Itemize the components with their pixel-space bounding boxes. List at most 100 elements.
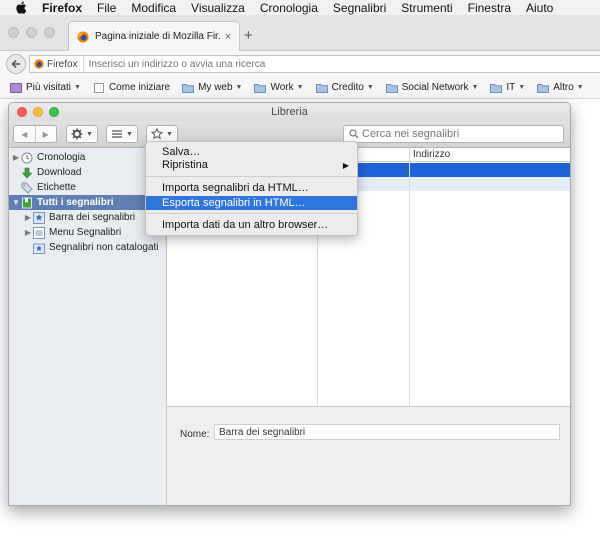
minimize-window-button[interactable] [26,27,37,38]
column-header-address[interactable]: Indirizzo [413,149,450,160]
chevron-down-icon: ▼ [86,130,93,138]
menu-item-label: Esporta segnalibri in HTML… [162,197,306,209]
menu-cronologia[interactable]: Cronologia [260,1,318,15]
menu-item-ripristina[interactable]: Ripristina ▶ [146,158,357,172]
back-forward-buttons: ◀ ▶ [13,125,57,143]
menu-aiuto[interactable]: Aiuto [526,1,553,15]
chevron-down-icon: ▼ [518,84,526,91]
bookmark-label: Come iniziare [108,82,171,93]
bookmark-folder-social-network[interactable]: Social Network ▼ [385,82,479,93]
bookmark-folder-work[interactable]: Work ▼ [254,82,304,93]
list-icon [112,130,123,138]
sidebar-item-segnalibri-non-catalogati[interactable]: Segnalibri non catalogati [9,240,167,255]
submenu-arrow-icon: ▶ [342,160,349,170]
bookmark-folder-icon [22,197,32,208]
gear-icon [71,128,83,140]
tab-title: Pagina iniziale di Mozilla Fir... [95,31,221,42]
folder-icon [490,83,503,93]
library-title: Libreria [271,106,308,118]
library-window-controls [17,107,59,117]
menu-modifica[interactable]: Modifica [131,1,176,15]
menu-separator [146,213,357,214]
menu-visualizza[interactable]: Visualizza [191,1,245,15]
back-arrow-icon [11,59,20,69]
bookmark-come-iniziare[interactable]: Come iniziare [93,82,170,93]
history-clock-icon [21,152,33,163]
sidebar-item-label: Cronologia [37,152,86,163]
bookmarks-toolbar: Più visitati ▼ Come iniziare My web ▼ Wo… [0,77,600,99]
back-arrow-icon[interactable]: ◀ [14,130,35,139]
sidebar-item-cronologia[interactable]: ▶ Cronologia [9,150,167,165]
close-window-button[interactable] [8,27,19,38]
sidebar-item-label: Tutti i segnalibri [37,197,114,208]
menu-file[interactable]: File [97,1,116,15]
sidebar-item-tutti-i-segnalibri[interactable]: ▼ Tutti i segnalibri [9,195,167,210]
bookmark-folder-altro[interactable]: Altro ▼ [537,82,584,93]
new-tab-button[interactable]: + [244,28,253,43]
chevron-down-icon: ▼ [576,84,584,91]
collapse-twisty-icon[interactable]: ▼ [11,198,21,207]
sidebar-item-label: Menu Segnalibri [49,227,122,238]
tag-icon [21,182,33,194]
menu-segnalibri[interactable]: Segnalibri [333,1,386,15]
menu-item-salva[interactable]: Salva… [146,145,357,159]
firefox-logo-icon [77,31,89,42]
bookmark-piu-visitati[interactable]: Più visitati ▼ [10,82,81,93]
navigation-toolbar: Firefox [0,51,600,77]
menu-strumenti[interactable]: Strumenti [401,1,452,15]
chevron-down-icon: ▼ [296,84,304,91]
browser-tab-home[interactable]: Pagina iniziale di Mozilla Fir... × [68,21,240,51]
chevron-down-icon: ▼ [74,84,81,91]
browser-tabstrip: Pagina iniziale di Mozilla Fir... × + [0,15,600,51]
sidebar-item-label: Download [37,167,82,178]
sidebar-item-download[interactable]: Download [9,165,167,180]
menu-item-importa-html[interactable]: Importa segnalibri da HTML… [146,181,357,195]
identity-label: Firefox [47,58,78,70]
forward-arrow-icon[interactable]: ▶ [36,130,57,139]
bookmark-details-pane: Nome: [167,406,570,505]
menu-item-label: Importa segnalibri da HTML… [162,182,309,194]
unsorted-bookmarks-icon [33,243,45,254]
menu-finestra[interactable]: Finestra [468,1,511,15]
bookmark-folder-it[interactable]: IT ▼ [490,82,525,93]
url-bar[interactable]: Firefox [29,55,600,73]
bookmark-label: IT [506,82,516,93]
sidebar-item-barra-dei-segnalibri[interactable]: ▶ Barra dei segnalibri [9,210,167,225]
expand-twisty-icon[interactable]: ▶ [23,213,33,222]
zoom-library-button[interactable] [49,107,59,117]
expand-twisty-icon[interactable]: ▶ [11,153,21,162]
close-tab-icon[interactable]: × [221,31,235,43]
sidebar-item-label: Segnalibri non catalogati [49,242,159,253]
library-titlebar: Libreria [9,103,570,121]
menu-item-importa-da-browser[interactable]: Importa dati da un altro browser… [146,218,357,232]
close-library-button[interactable] [17,107,27,117]
menu-item-label: Ripristina [162,159,208,171]
bookmark-label: Più visitati [26,82,72,93]
macos-menubar: Firefox File Modifica Visualizza Cronolo… [0,0,600,15]
expand-twisty-icon[interactable]: ▶ [23,228,33,237]
folder-icon [537,83,550,93]
back-button[interactable] [6,54,26,74]
bookmark-label: My web [198,82,233,93]
bookmark-folder-credito[interactable]: Credito ▼ [315,82,374,93]
firefox-logo-icon [34,59,44,69]
library-search-field[interactable]: Cerca nei segnalibri [343,125,564,143]
minimize-library-button[interactable] [33,107,43,117]
organize-button[interactable]: ▼ [66,125,98,143]
bookmark-label: Altro [553,82,574,93]
apple-logo-icon[interactable] [14,1,28,15]
sidebar-item-etichette[interactable]: Etichette [9,180,167,195]
chevron-down-icon: ▼ [471,84,479,91]
menu-firefox[interactable]: Firefox [42,1,82,15]
sidebar-item-menu-segnalibri[interactable]: ▶ Menu Segnalibri [9,225,167,240]
zoom-window-button[interactable] [44,27,55,38]
name-field[interactable] [214,424,560,440]
column-divider [409,148,410,406]
menu-item-esporta-html[interactable]: Esporta segnalibri in HTML… [146,196,357,210]
identity-box[interactable]: Firefox [30,56,84,72]
views-button[interactable]: ▼ [106,125,138,143]
url-input[interactable] [83,58,524,70]
bookmark-label: Credito [331,82,364,93]
bookmark-folder-my-web[interactable]: My web ▼ [182,82,242,93]
import-backup-star-icon [151,128,164,140]
